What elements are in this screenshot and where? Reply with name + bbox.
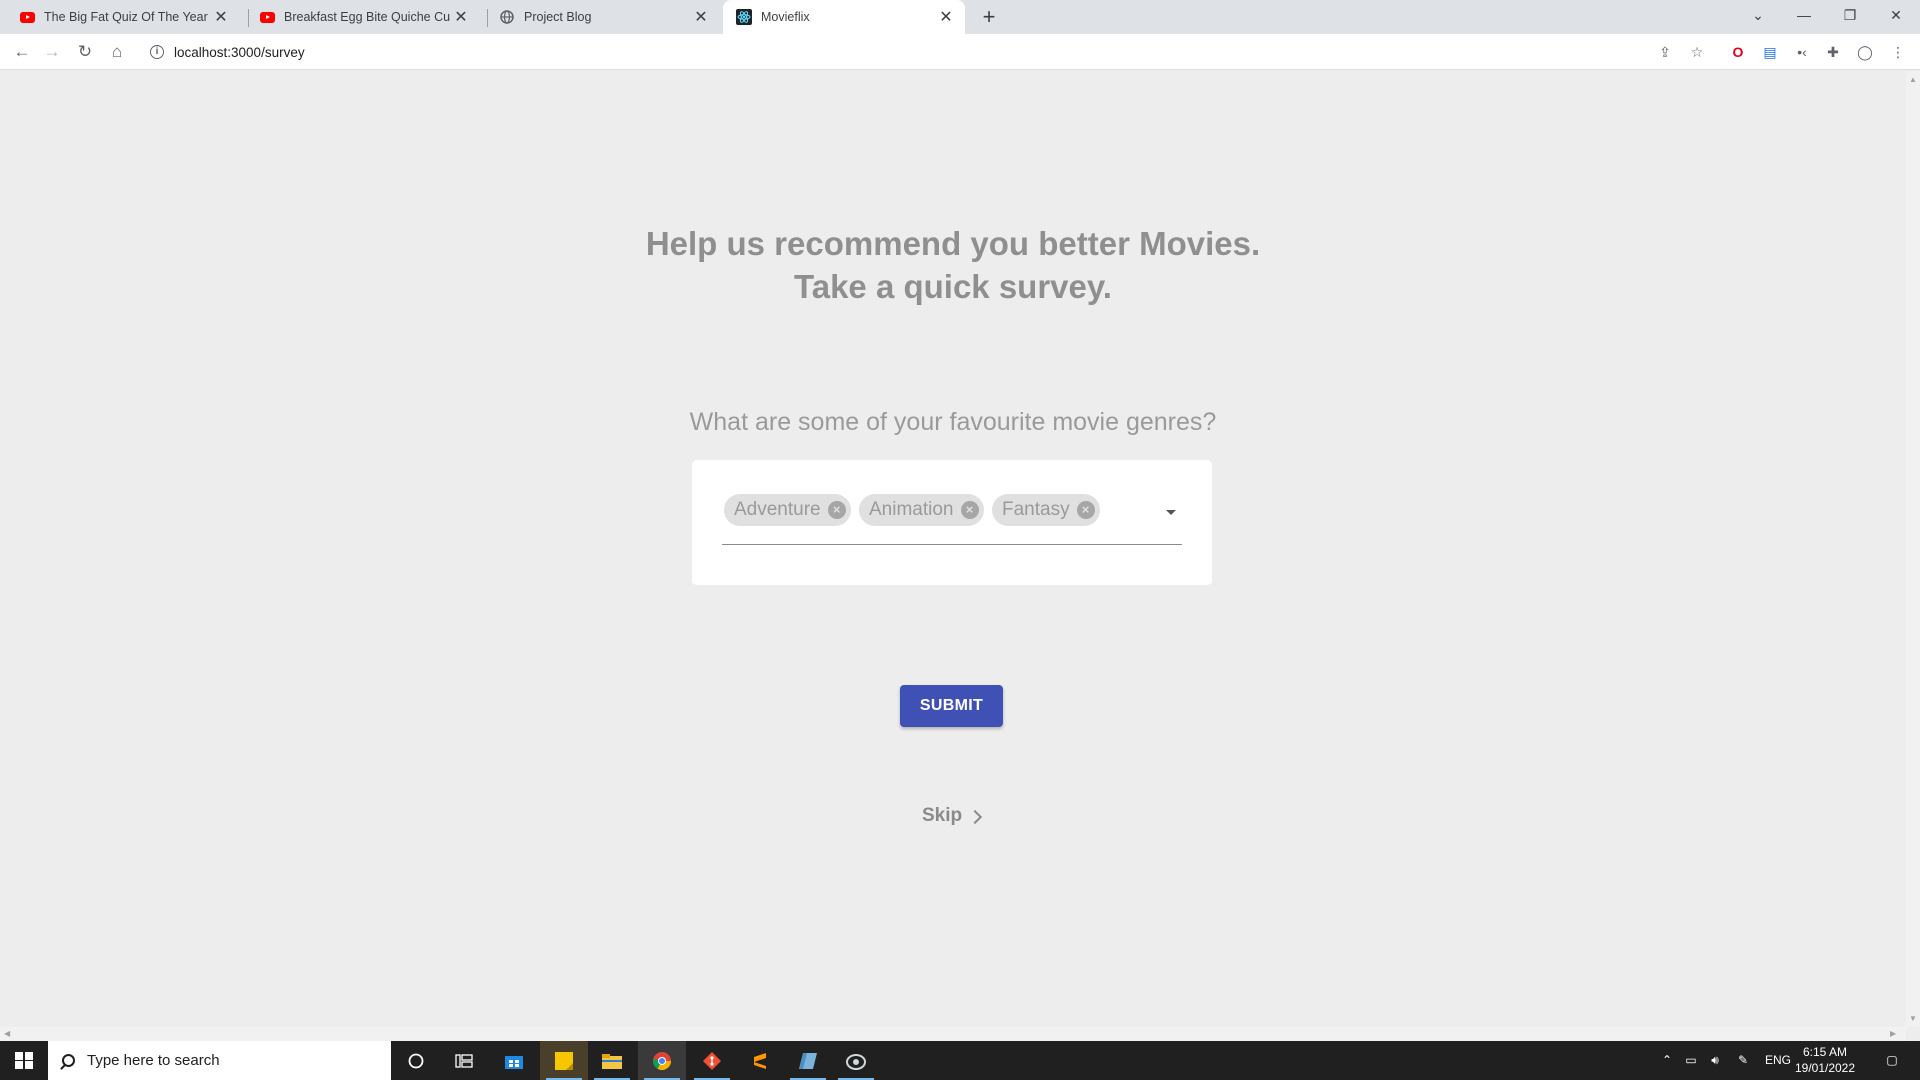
tab-breakfast-egg-bite[interactable]: Breakfast Egg Bite Quiche Cupca ✕	[240, 0, 480, 34]
home-icon[interactable]: ⌂	[103, 38, 131, 66]
scroll-down-icon[interactable]: ▼	[1909, 1014, 1917, 1023]
notification-icon[interactable]: ▢	[1872, 1041, 1912, 1080]
skip-link[interactable]: Skip	[922, 804, 983, 828]
profile-avatar-icon[interactable]: ◯	[1855, 42, 1875, 62]
tab-title: Project Blog	[524, 10, 592, 24]
network-icon[interactable]: ▭	[1680, 1041, 1702, 1080]
scroll-up-icon[interactable]: ▲	[1909, 75, 1917, 84]
windows-taskbar: Type here to search ⌃ ▭ 🔊︎ ✎ ENG 6:15 AM…	[0, 1041, 1920, 1080]
globe-icon	[499, 9, 515, 25]
genre-chip-fantasy: Fantasy ×	[992, 494, 1100, 526]
start-button[interactable]	[0, 1041, 48, 1080]
genre-multiselect[interactable]: Adventure × Animation × Fantasy ×	[722, 490, 1182, 545]
kebab-menu-icon[interactable]: ⋮	[1888, 42, 1908, 62]
taskbar-search-box[interactable]: Type here to search	[48, 1041, 391, 1080]
tab-project-blog[interactable]: Project Blog ✕	[480, 0, 720, 34]
search-placeholder: Type here to search	[87, 1052, 220, 1069]
site-info-icon[interactable]: i	[150, 45, 164, 59]
youtube-icon	[259, 9, 275, 25]
reload-icon[interactable]: ↻	[71, 38, 99, 66]
skip-label: Skip	[922, 805, 963, 826]
youtube-icon	[19, 9, 35, 25]
minimize-icon[interactable]: —	[1782, 0, 1826, 30]
chip-label: Fantasy	[1002, 499, 1070, 520]
git-icon[interactable]	[688, 1041, 736, 1080]
volume-icon[interactable]: 🔊︎	[1704, 1041, 1726, 1080]
url-text: localhost:3000/survey	[174, 44, 305, 60]
tab-title: The Big Fat Quiz Of The Year 202	[44, 10, 210, 24]
clock-date: 19/01/2022	[1794, 1061, 1856, 1075]
tab-big-fat-quiz[interactable]: The Big Fat Quiz Of The Year 202 ✕	[0, 0, 240, 34]
app-icon[interactable]	[784, 1041, 832, 1080]
task-view-icon[interactable]	[440, 1041, 488, 1080]
tab-title: Movieflix	[761, 10, 810, 24]
opera-extension-icon[interactable]: O	[1728, 42, 1748, 62]
chip-label: Animation	[869, 499, 954, 520]
remove-chip-icon[interactable]: ×	[1076, 501, 1095, 519]
dictionary-extension-icon[interactable]: ▤	[1760, 42, 1780, 62]
survey-headline: Help us recommend you better Movies. Tak…	[0, 222, 1906, 308]
clock-time: 6:15 AM	[1802, 1045, 1848, 1059]
chevron-right-icon	[968, 809, 983, 824]
dropdown-arrow-icon[interactable]	[1166, 510, 1176, 515]
genre-chip-animation: Animation ×	[859, 494, 984, 526]
app-icon-2[interactable]	[832, 1041, 880, 1080]
forward-icon[interactable]: →	[38, 38, 66, 66]
scroll-right-icon[interactable]: ▶	[1890, 1029, 1896, 1038]
puzzle-icon[interactable]: ✚	[1823, 42, 1843, 62]
restore-icon[interactable]: ❐	[1828, 0, 1872, 30]
windows-logo-icon	[15, 1051, 33, 1070]
horizontal-scrollbar[interactable]: ◀ ▶	[0, 1027, 1906, 1041]
scroll-left-icon[interactable]: ◀	[4, 1029, 10, 1038]
headline-line-2: Take a quick survey.	[794, 268, 1112, 305]
browser-toolbar: ← → ↻ ⌂ i localhost:3000/survey ⇪ ☆ O ▤ …	[0, 34, 1920, 70]
remove-chip-icon[interactable]: ×	[960, 501, 979, 519]
back-icon[interactable]: ←	[8, 38, 36, 66]
address-bar[interactable]: i localhost:3000/survey	[142, 38, 1692, 66]
react-icon	[736, 9, 752, 25]
cortana-icon[interactable]	[392, 1041, 440, 1080]
taskbar-clock[interactable]: 6:15 AM 19/01/2022	[1790, 1044, 1860, 1076]
tab-search-icon[interactable]: ⌄	[1736, 0, 1780, 30]
file-explorer-icon[interactable]	[588, 1041, 636, 1080]
chip-label: Adventure	[734, 499, 821, 520]
close-window-icon[interactable]: ✕	[1874, 0, 1918, 30]
extension-icon[interactable]: •‹	[1792, 42, 1812, 62]
browser-tab-strip: The Big Fat Quiz Of The Year 202 ✕ Break…	[0, 0, 1920, 34]
genre-question: What are some of your favourite movie ge…	[689, 408, 1217, 436]
vertical-scrollbar[interactable]: ▲ ▼	[1906, 71, 1920, 1027]
pen-icon[interactable]: ✎	[1732, 1041, 1754, 1080]
store-icon[interactable]	[490, 1041, 538, 1080]
chrome-icon[interactable]	[638, 1041, 686, 1080]
close-tab-icon[interactable]: ✕	[935, 7, 957, 27]
submit-button[interactable]: SUBMIT	[900, 685, 1003, 727]
genre-chip-adventure: Adventure ×	[724, 494, 851, 526]
tab-movieflix[interactable]: Movieflix ✕	[723, 0, 965, 34]
genre-select-card: Adventure × Animation × Fantasy ×	[692, 460, 1212, 585]
bookmark-star-icon[interactable]: ☆	[1687, 42, 1707, 62]
sticky-notes-icon[interactable]	[540, 1041, 588, 1080]
close-tab-icon[interactable]: ✕	[450, 7, 472, 27]
close-tab-icon[interactable]: ✕	[210, 7, 232, 27]
show-hidden-icons[interactable]: ⌃	[1656, 1041, 1678, 1080]
remove-chip-icon[interactable]: ×	[827, 501, 846, 519]
headline-line-1: Help us recommend you better Movies.	[645, 225, 1261, 262]
share-icon[interactable]: ⇪	[1655, 42, 1675, 62]
new-tab-button[interactable]: +	[976, 4, 1002, 30]
tab-title: Breakfast Egg Bite Quiche Cupca	[284, 10, 450, 24]
close-tab-icon[interactable]: ✕	[690, 7, 712, 27]
sublime-text-icon[interactable]	[736, 1041, 784, 1080]
search-icon	[62, 1054, 75, 1067]
